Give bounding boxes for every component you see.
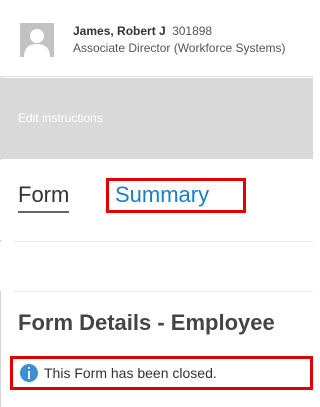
tab-summary-label: Summary [115, 182, 210, 207]
tab-summary[interactable]: Summary [106, 178, 246, 213]
instructions-bar: Edit instructions [0, 78, 313, 159]
avatar[interactable] [20, 23, 54, 57]
form-closed-notice: This Form has been closed. [10, 356, 313, 390]
user-silhouette-icon [20, 23, 54, 57]
user-job-title: Associate Director (Workforce Systems) [73, 41, 286, 55]
info-icon [20, 364, 38, 382]
user-name: James, Robert J [73, 24, 166, 38]
empty-row [0, 242, 313, 291]
tab-form[interactable]: Form [18, 182, 70, 213]
form-details-title: Form Details - Employee [18, 310, 275, 335]
user-id: 301898 [172, 24, 213, 38]
divider [13, 291, 313, 292]
user-profile-header: James, Robert J 301898 Associate Directo… [0, 0, 313, 77]
user-name-row: James, Robert J 301898 [73, 24, 212, 39]
notice-text: This Form has been closed. [44, 365, 217, 381]
edit-instructions-link[interactable]: Edit instructions [18, 111, 103, 125]
form-tabs: Form Summary [0, 160, 313, 240]
